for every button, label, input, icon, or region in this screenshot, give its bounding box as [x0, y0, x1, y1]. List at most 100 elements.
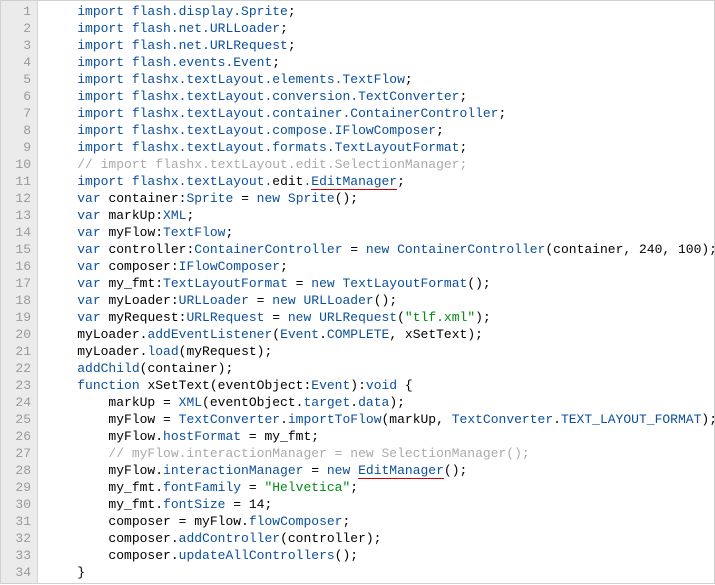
- code-line: var myFlow:TextFlow;: [46, 224, 714, 241]
- token: ;: [186, 208, 194, 223]
- token: import: [77, 123, 132, 138]
- line-number: 10: [5, 156, 31, 173]
- token: interactionManager: [163, 463, 303, 478]
- token: ;: [288, 4, 296, 19]
- token: composer.: [108, 531, 178, 546]
- token: var: [77, 293, 108, 308]
- line-number: 17: [5, 275, 31, 292]
- token: .: [319, 327, 327, 342]
- code-area: import flash.display.Sprite; import flas…: [38, 1, 714, 583]
- token: composer.: [108, 548, 178, 563]
- line-number: 19: [5, 309, 31, 326]
- code-line: var markUp:XML;: [46, 207, 714, 224]
- token: var: [77, 276, 108, 291]
- code-line: var my_fmt:TextLayoutFormat = new TextLa…: [46, 275, 714, 292]
- token: ;: [459, 89, 467, 104]
- token: import: [77, 72, 132, 87]
- code-line: import flashx.textLayout.conversion.Text…: [46, 88, 714, 105]
- code-line: import flashx.textLayout.formats.TextLay…: [46, 139, 714, 156]
- token: myFlow.: [108, 463, 163, 478]
- token: =: [343, 242, 366, 257]
- token: =: [264, 310, 287, 325]
- token: var: [77, 208, 108, 223]
- token: ;: [280, 259, 288, 274]
- code-line: my_fmt.fontSize = 14;: [46, 496, 714, 513]
- token: edit: [272, 174, 303, 189]
- line-number: 11: [5, 173, 31, 190]
- token: myLoader:: [108, 293, 178, 308]
- token: (: [272, 327, 280, 342]
- token: , xSetText);: [389, 327, 483, 342]
- token: TextLayoutFormat: [163, 276, 288, 291]
- token: myFlow.: [108, 429, 163, 444]
- line-number: 18: [5, 292, 31, 309]
- token: ;: [272, 55, 280, 70]
- token: );: [701, 412, 714, 427]
- token: .: [280, 412, 288, 427]
- code-line: import flash.net.URLLoader;: [46, 20, 714, 37]
- code-line: myLoader.load(myRequest);: [46, 343, 714, 360]
- token: new: [327, 463, 358, 478]
- code-line: import flash.events.Event;: [46, 54, 714, 71]
- code-line: }: [46, 564, 714, 581]
- token: import: [77, 89, 132, 104]
- token: new: [311, 276, 342, 291]
- token: URLLoader: [179, 293, 249, 308]
- code-editor: 1234567891011121314151617181920212223242…: [0, 0, 715, 584]
- token: (: [397, 310, 405, 325]
- token: (controller);: [280, 531, 381, 546]
- code-line: // import flashx.textLayout.edit.Selecti…: [46, 156, 714, 173]
- token: import: [77, 174, 132, 189]
- token: import: [77, 4, 132, 19]
- token: XML: [163, 208, 186, 223]
- code-line: composer.updateAllControllers();: [46, 547, 714, 564]
- token: new: [257, 191, 288, 206]
- token: container:: [108, 191, 186, 206]
- code-line: myFlow.hostFormat = my_fmt;: [46, 428, 714, 445]
- token: (markUp,: [382, 412, 452, 427]
- token: import: [77, 21, 132, 36]
- token: ContainerController: [194, 242, 342, 257]
- line-number: 26: [5, 428, 31, 445]
- line-number: 20: [5, 326, 31, 343]
- token: ;: [405, 72, 413, 87]
- token: (container, 240, 100);: [545, 242, 714, 257]
- line-number: 29: [5, 479, 31, 496]
- token: var: [77, 259, 108, 274]
- code-line: var container:Sprite = new Sprite();: [46, 190, 714, 207]
- token: =: [233, 191, 256, 206]
- line-number: 9: [5, 139, 31, 156]
- token: ;: [459, 140, 467, 155]
- code-line: var myRequest:URLRequest = new URLReques…: [46, 309, 714, 326]
- line-number: 1: [5, 3, 31, 20]
- token: markUp:: [108, 208, 163, 223]
- code-line: composer.addController(controller);: [46, 530, 714, 547]
- token: COMPLETE: [327, 327, 389, 342]
- line-number: 25: [5, 411, 31, 428]
- token: TextLayoutFormat: [343, 276, 468, 291]
- token: XML: [179, 395, 202, 410]
- code-line: function xSetText(eventObject:Event):voi…: [46, 377, 714, 394]
- line-number: 6: [5, 88, 31, 105]
- code-line: import flashx.textLayout.compose.IFlowCo…: [46, 122, 714, 139]
- line-number: 15: [5, 241, 31, 258]
- line-number: 31: [5, 513, 31, 530]
- line-number: 3: [5, 37, 31, 54]
- token: fontFamily: [163, 480, 241, 495]
- token: hostFormat: [163, 429, 241, 444]
- token: "Helvetica": [264, 480, 350, 495]
- code-line: my_fmt.fontFamily = "Helvetica";: [46, 479, 714, 496]
- code-line: var composer:IFlowComposer;: [46, 258, 714, 275]
- code-line: myLoader.addEventListener(Event.COMPLETE…: [46, 326, 714, 343]
- token: myRequest:: [108, 310, 186, 325]
- token: xSetText(eventObject:: [147, 378, 311, 393]
- token: markUp =: [108, 395, 178, 410]
- code-line: markUp = XML(eventObject.target.data);: [46, 394, 714, 411]
- line-number: 13: [5, 207, 31, 224]
- token: ):: [350, 378, 366, 393]
- token: flashx.textLayout.compose.IFlowComposer: [132, 123, 436, 138]
- token: IFlowComposer: [179, 259, 280, 274]
- token: myLoader.: [77, 344, 147, 359]
- line-number: 33: [5, 547, 31, 564]
- token: (myRequest);: [179, 344, 273, 359]
